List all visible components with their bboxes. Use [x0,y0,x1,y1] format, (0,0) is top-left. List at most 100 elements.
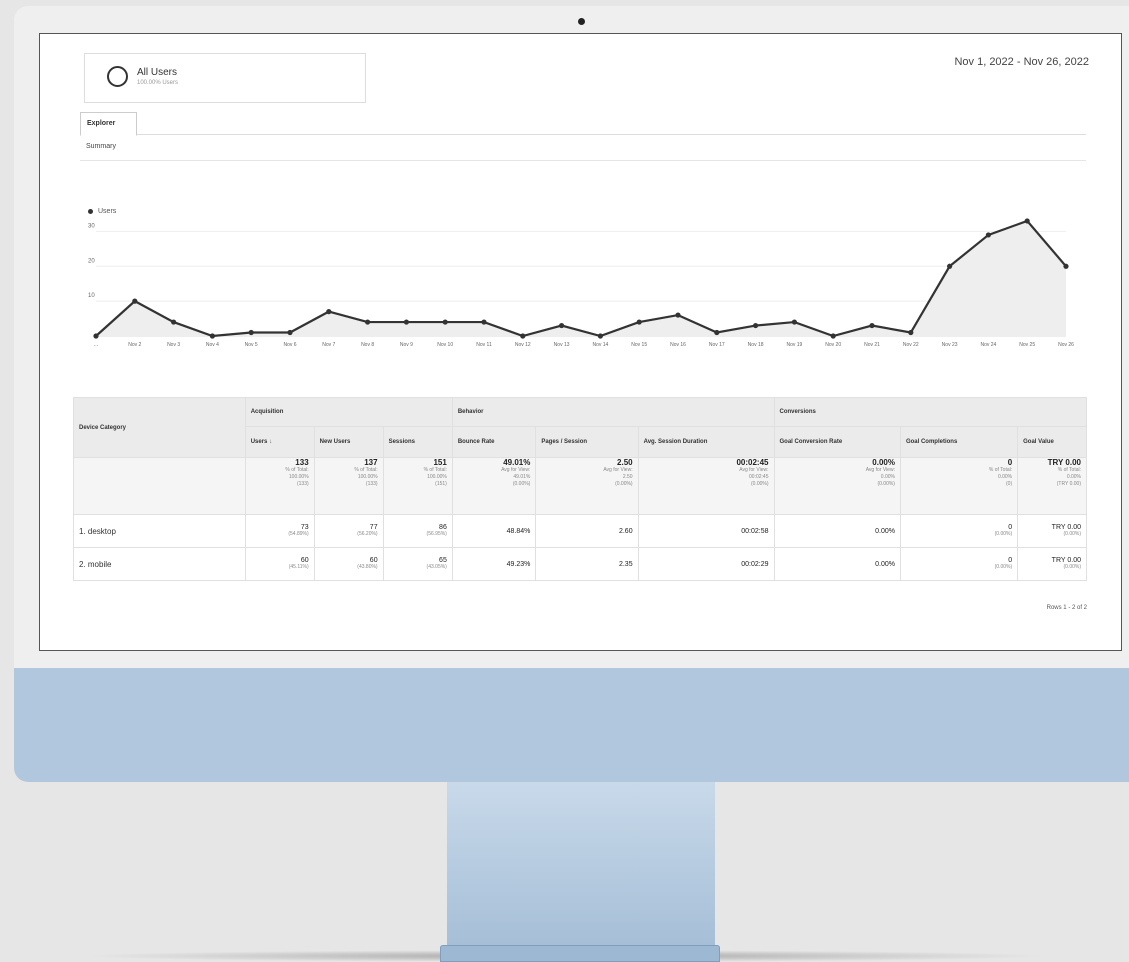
data-point [830,333,836,339]
x-tick-label: Nov 8 [361,342,374,348]
total-caption: (TRY 0.00) [1056,481,1081,487]
column-header-label: Users [250,439,268,445]
total-cell: 00:02:45 Avg for View: 00:02:45 (0.00%) [637,457,775,515]
x-tick-label: Nov 16 [670,342,686,348]
table-cell: 49.23% [451,547,537,581]
column-header-goal-completions[interactable]: Goal Completions [899,426,1019,458]
total-caption: 00:02:45 [749,474,769,480]
x-tick-label: Nov 9 [400,342,413,348]
total-value: 151 [433,458,447,467]
total-caption: (133) [365,481,378,487]
table-cell: 0.00% [773,547,901,581]
total-caption: (0.00%) [750,481,769,487]
table-cell: 60 (43.80%) [313,547,384,581]
total-value: 49.01% [503,458,531,467]
dimension-header[interactable]: Device Category [73,397,246,458]
x-tick-label: Nov 23 [942,342,958,348]
cell-value: 86 [439,524,447,531]
x-tick-label: Nov 20 [825,342,841,348]
data-point [947,263,953,269]
total-value: 00:02:45 [736,458,769,467]
row-dimension-link[interactable]: 1. desktop [73,514,246,548]
cell-value: 65 [439,557,447,564]
cell-value: TRY 0.00 [1051,524,1081,531]
total-value: TRY 0.00 [1047,458,1081,467]
column-header-bounce-rate[interactable]: Bounce Rate [451,426,537,458]
column-header-users[interactable]: Users ↓ [244,426,315,458]
data-point [1024,218,1030,224]
cell-percentage: (45.11%) [288,564,309,570]
data-point [287,329,293,336]
column-header-label: Goal Completions [905,439,958,445]
data-point [442,319,448,325]
cell-value: 00:02:29 [741,560,769,568]
x-tick-label: Nov 13 [554,342,570,348]
column-header-label: Avg. Session Duration [643,439,708,445]
y-tick-label: 20 [88,258,95,264]
x-tick-label: Nov 17 [709,342,725,348]
column-header-avg-session-duration[interactable]: Avg. Session Duration [637,426,775,458]
monitor-foot [440,945,720,962]
cell-percentage: (0.00%) [994,564,1013,570]
data-point [481,319,487,325]
x-tick-label: Nov 21 [864,342,880,348]
total-caption: 100.00% [288,474,309,480]
monitor: All Users 100.00% Users Nov 1, 2022 - No… [14,6,1129,782]
total-cell: 0% of Total: 0.00% (0) [899,457,1019,515]
cell-value: 00:02:58 [741,527,769,535]
data-point [597,333,604,339]
cell-percentage: (0.00%) [1063,564,1081,570]
total-caption: 49.01% [513,474,531,480]
column-header-goal-conversion-rate[interactable]: Goal Conversion Rate [773,426,901,458]
cell-percentage: (56.20%) [357,531,378,537]
cell-value: 0 [1008,557,1013,564]
table-cell: 0 (0.00%) [899,514,1019,548]
cell-percentage: (54.89%) [288,531,309,537]
column-header-sessions[interactable]: Sessions [382,426,453,458]
users-line-chart[interactable]: 10 20 30... Nov 2 Nov 3 Nov 4 Nov 5 Nov 6 Nov 7 N… [40,34,1121,374]
data-point [326,309,332,315]
cell-percentage: (43.80%) [357,564,378,570]
sort-arrow-down-icon[interactable]: ↓ [267,439,272,445]
x-tick-label: Nov 18 [748,342,764,348]
data-point [93,333,99,339]
table-cell: TRY 0.00 (0.00%) [1017,514,1087,548]
table-cell: 60 (45.11%) [244,547,315,581]
cell-value: 49.23% [506,560,531,568]
cell-value: 60 [300,557,309,564]
data-point [403,319,409,325]
table-cell: 00:02:58 [637,514,775,548]
table-cell: 0 (0.00%) [899,547,1019,581]
column-header-goal-value[interactable]: Goal Value [1017,426,1087,458]
x-tick-label: Nov 12 [515,342,531,348]
analytics-screen: All Users 100.00% Users Nov 1, 2022 - No… [39,33,1122,651]
y-tick-label: 10 [88,293,95,299]
cell-percentage: (43.05%) [426,564,447,570]
total-caption: (0.00%) [877,481,895,487]
cell-percentage: (0.00%) [994,531,1013,537]
row-dimension-link[interactable]: 2. mobile [73,547,246,581]
total-cell: TRY 0.00% of Total: 0.00% (TRY 0.00) [1017,457,1087,515]
total-caption: 100.00% [357,474,378,480]
total-caption: % of Total: [423,467,447,473]
series-area [96,220,1066,336]
table-cell: 2.35 [535,547,639,581]
x-tick-label: Nov 14 [592,342,608,348]
group-conversions: Conversions [773,397,1087,427]
data-point [1063,263,1069,269]
table-cell: 48.84% [451,514,537,548]
column-header-pages-session[interactable]: Pages / Session [535,426,639,458]
camera-dot [578,18,585,25]
column-header-label: Sessions [388,439,415,445]
total-caption: (133) [296,481,309,487]
data-point [791,319,798,325]
x-tick-label: Nov 26 [1058,342,1074,348]
cell-value: 77 [369,524,378,531]
data-point [985,232,992,238]
column-header-new-users[interactable]: New Users [313,426,384,458]
total-caption: % of Total: [285,467,309,473]
x-tick-label: ... [94,342,98,348]
total-cell: 151% of Total: 100.00% (151) [382,457,453,515]
total-cell: 0.00% Avg for View: 0.00% (0.00%) [773,457,901,515]
total-cell: 2.50 Avg for View: 2.50 (0.00%) [535,457,639,515]
